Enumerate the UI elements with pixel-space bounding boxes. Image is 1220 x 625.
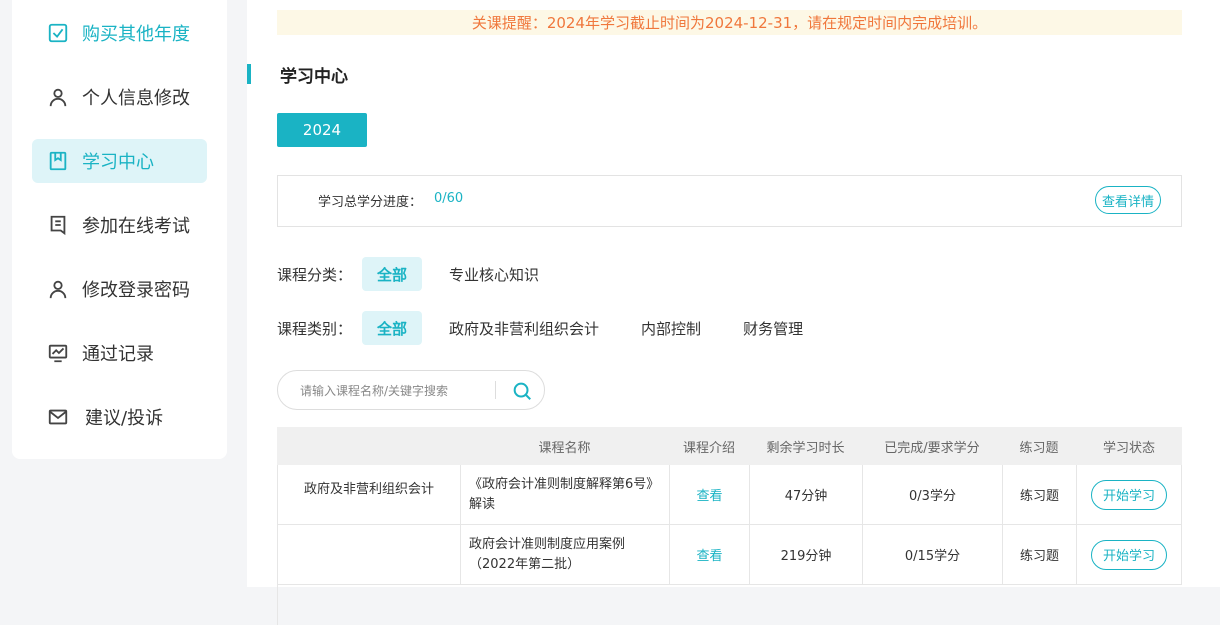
remaining-time-cell: 47分钟 — [749, 465, 862, 524]
sidebar-item-label: 学习中心 — [82, 152, 154, 173]
status-cell: 开始学习 — [1076, 465, 1182, 524]
course-intro-cell: 查看 — [669, 465, 749, 524]
sidebar-item-label: 建议/投诉 — [85, 408, 164, 429]
type-filter-row: 课程类别： 全部 政府及非营利组织会计 内部控制 财务管理 — [277, 311, 830, 345]
user-icon — [46, 85, 70, 109]
table-row: 《政府会计准则制度解释第6号》解读 查看 47分钟 0/3学分 练习题 开始学习 — [277, 465, 1182, 525]
category-filter-row: 课程分类： 全部 专业核心知识 — [277, 257, 566, 291]
search-box — [277, 370, 545, 410]
header-credits: 已完成/要求学分 — [884, 440, 980, 456]
type-option-financial-mgmt[interactable]: 财务管理 — [728, 311, 818, 345]
table-body: 《政府会计准则制度解释第6号》解读 查看 47分钟 0/3学分 练习题 开始学习… — [277, 465, 1182, 585]
start-learning-button[interactable]: 开始学习 — [1091, 479, 1167, 510]
notice-banner: 关课提醒：2024年学习截止时间为2024-12-31，请在规定时间内完成培训。 — [277, 10, 1182, 35]
header-course-intro: 课程介绍 — [682, 440, 735, 456]
view-details-button[interactable]: 查看详情 — [1095, 186, 1161, 214]
header-remaining-time: 剩余学习时长 — [766, 440, 845, 456]
main-panel: 关课提醒：2024年学习截止时间为2024-12-31，请在规定时间内完成培训。… — [247, 0, 1220, 625]
search-input[interactable] — [298, 379, 497, 403]
view-course-link[interactable]: 查看 — [696, 485, 722, 504]
credits-cell: 0/15学分 — [862, 525, 1002, 584]
header-exercise: 练习题 — [1019, 440, 1059, 456]
table-header: 课程名称 课程介绍 剩余学习时长 已完成/要求学分 练习题 学习状态 — [277, 427, 1182, 465]
sidebar-item-label: 购买其他年度 — [82, 24, 190, 45]
sidebar-item-label: 个人信息修改 — [82, 88, 190, 109]
sidebar-item-buy-other-year[interactable]: 购买其他年度 — [32, 11, 207, 55]
view-course-link[interactable]: 查看 — [696, 545, 722, 564]
mail-icon — [46, 405, 70, 429]
bookmark-icon — [46, 149, 70, 173]
course-name-cell: 《政府会计准则制度解释第6号》解读 — [460, 465, 669, 524]
sidebar-item-personal-info[interactable]: 个人信息修改 — [32, 75, 207, 119]
exercise-link[interactable]: 练习题 — [1020, 545, 1059, 564]
type-option-gov-accounting[interactable]: 政府及非营利组织会计 — [434, 311, 614, 345]
header-course-name: 课程名称 — [538, 440, 591, 456]
table-row: 政府会计准则制度应用案例（2022年第二批） 查看 219分钟 0/15学分 练… — [277, 525, 1182, 585]
exercise-cell: 练习题 — [1002, 525, 1076, 584]
sidebar-item-learning-center[interactable]: 学习中心 — [32, 139, 207, 183]
course-intro-cell: 查看 — [669, 525, 749, 584]
type-option-internal-control[interactable]: 内部控制 — [626, 311, 716, 345]
search-icon[interactable] — [511, 380, 533, 402]
exercise-link[interactable]: 练习题 — [1020, 485, 1059, 504]
course-name-cell: 政府会计准则制度应用案例（2022年第二批） — [460, 525, 669, 584]
document-icon — [46, 213, 70, 237]
sidebar: 购买其他年度 个人信息修改 学习中心 参加在线考试 修改登录密码 通过记录 建议… — [12, 0, 227, 459]
category-option-all[interactable]: 全部 — [362, 257, 423, 291]
search-divider — [495, 381, 496, 399]
header-status: 学习状态 — [1102, 440, 1155, 456]
checkbox-icon — [46, 21, 70, 45]
status-cell: 开始学习 — [1076, 525, 1182, 584]
title-accent-bar — [247, 64, 251, 84]
type-option-all[interactable]: 全部 — [362, 311, 423, 345]
sidebar-item-feedback[interactable]: 建议/投诉 — [32, 395, 207, 439]
sidebar-item-label: 参加在线考试 — [82, 216, 190, 237]
sidebar-item-pass-records[interactable]: 通过记录 — [32, 331, 207, 375]
category-option-core[interactable]: 专业核心知识 — [434, 257, 554, 291]
page-title: 学习中心 — [280, 67, 348, 87]
exercise-cell: 练习题 — [1002, 465, 1076, 524]
user-icon — [46, 277, 70, 301]
credits-cell: 0/3学分 — [862, 465, 1002, 524]
remaining-time-cell: 219分钟 — [749, 525, 862, 584]
sidebar-item-label: 修改登录密码 — [82, 280, 190, 301]
sidebar-item-online-exam[interactable]: 参加在线考试 — [32, 203, 207, 247]
progress-label: 学习总学分进度： — [318, 195, 423, 210]
type-filter-label: 课程类别： — [277, 319, 353, 338]
sidebar-item-label: 通过记录 — [82, 344, 154, 365]
course-table: 课程名称 课程介绍 剩余学习时长 已完成/要求学分 练习题 学习状态 政府及非营… — [277, 427, 1182, 625]
credit-progress-box: 学习总学分进度： 0/60 查看详情 — [277, 175, 1182, 227]
chart-icon — [46, 341, 70, 365]
start-learning-button[interactable]: 开始学习 — [1091, 539, 1167, 570]
category-filter-label: 课程分类： — [277, 265, 353, 284]
progress-value: 0/60 — [434, 191, 464, 206]
year-tab-2024[interactable]: 2024 — [277, 113, 367, 147]
sidebar-item-change-password[interactable]: 修改登录密码 — [32, 267, 207, 311]
